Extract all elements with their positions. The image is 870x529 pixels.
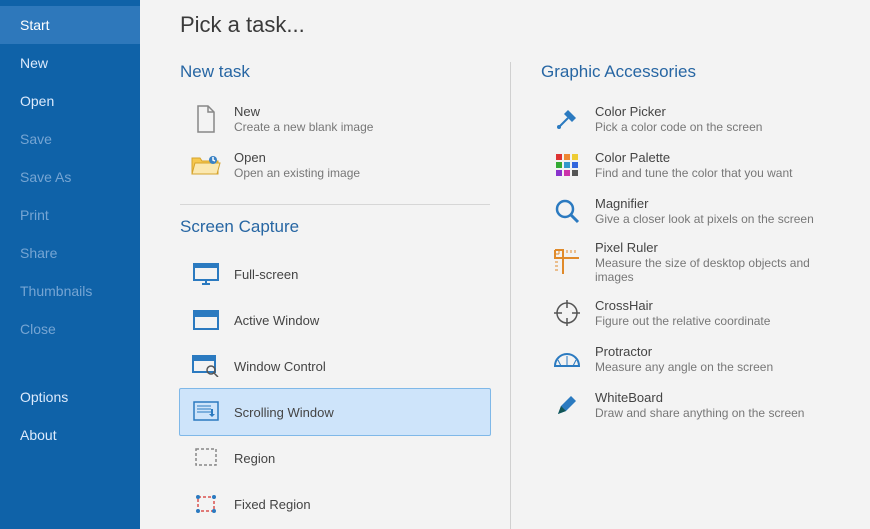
task-whiteboard[interactable]: WhiteBoard Draw and share anything on th… xyxy=(541,382,850,428)
task-pixel-ruler[interactable]: Pixel Ruler Measure the size of desktop … xyxy=(541,234,850,290)
fixed-region-icon xyxy=(186,487,226,521)
sidebar-item-thumbnails[interactable]: Thumbnails xyxy=(0,272,140,310)
task-open-desc: Open an existing image xyxy=(234,166,360,180)
sidebar-item-save[interactable]: Save xyxy=(0,120,140,158)
task-fixed-region-title: Fixed Region xyxy=(234,497,311,512)
sidebar-item-start[interactable]: Start xyxy=(0,6,140,44)
task-magnifier[interactable]: Magnifier Give a closer look at pixels o… xyxy=(541,188,850,234)
ruler-icon xyxy=(547,245,587,279)
task-whiteboard-desc: Draw and share anything on the screen xyxy=(595,406,804,420)
window-search-icon xyxy=(186,349,226,383)
left-column: New task New Create a new blank image xyxy=(180,62,511,529)
task-open[interactable]: Open Open an existing image xyxy=(180,142,490,188)
task-magnifier-desc: Give a closer look at pixels on the scre… xyxy=(595,212,814,226)
task-pixel-ruler-desc: Measure the size of desktop objects and … xyxy=(595,256,844,284)
task-new-desc: Create a new blank image xyxy=(234,120,373,134)
columns: New task New Create a new blank image xyxy=(180,62,870,529)
main-panel: Pick a task... New task New Create a new xyxy=(140,0,870,529)
sidebar-item-about[interactable]: About xyxy=(0,416,140,454)
section-new-task: New task New Create a new blank image xyxy=(180,62,490,188)
task-scrolling-window[interactable]: Scrolling Window xyxy=(179,388,491,436)
task-window-control-title: Window Control xyxy=(234,359,326,374)
section-title-graphic-accessories: Graphic Accessories xyxy=(541,62,850,82)
task-crosshair-desc: Figure out the relative coordinate xyxy=(595,314,770,328)
palette-grid-icon xyxy=(547,148,587,182)
task-color-picker[interactable]: Color Picker Pick a color code on the sc… xyxy=(541,96,850,142)
task-scrolling-window-title: Scrolling Window xyxy=(234,405,334,420)
task-active-window-title: Active Window xyxy=(234,313,319,328)
sidebar-item-close[interactable]: Close xyxy=(0,310,140,348)
app-root: Start New Open Save Save As Print Share … xyxy=(0,0,870,529)
sidebar-item-share[interactable]: Share xyxy=(0,234,140,272)
task-crosshair-title: CrossHair xyxy=(595,298,770,313)
section-screen-capture: Screen Capture Full-screen A xyxy=(180,217,490,527)
pen-icon xyxy=(547,388,587,422)
task-crosshair[interactable]: CrossHair Figure out the relative coordi… xyxy=(541,290,850,336)
protractor-icon xyxy=(547,342,587,376)
window-icon xyxy=(186,303,226,337)
task-region-title: Region xyxy=(234,451,275,466)
eyedropper-icon xyxy=(547,102,587,136)
task-active-window[interactable]: Active Window xyxy=(180,297,490,343)
sidebar-item-save-as[interactable]: Save As xyxy=(0,158,140,196)
crosshair-icon xyxy=(547,296,587,330)
task-full-screen[interactable]: Full-screen xyxy=(180,251,490,297)
task-color-picker-desc: Pick a color code on the screen xyxy=(595,120,762,134)
task-protractor-title: Protractor xyxy=(595,344,773,359)
sidebar-item-new[interactable]: New xyxy=(0,44,140,82)
region-icon xyxy=(186,441,226,475)
task-fixed-region[interactable]: Fixed Region xyxy=(180,481,490,527)
file-blank-icon xyxy=(186,102,226,136)
sidebar-item-open[interactable]: Open xyxy=(0,82,140,120)
sidebar: Start New Open Save Save As Print Share … xyxy=(0,0,140,529)
section-title-screen-capture: Screen Capture xyxy=(180,217,490,237)
task-color-palette-desc: Find and tune the color that you want xyxy=(595,166,792,180)
section-graphic-accessories: Graphic Accessories Color Picker Pick a … xyxy=(541,62,850,428)
task-color-palette[interactable]: Color Palette Find and tune the color th… xyxy=(541,142,850,188)
right-column: Graphic Accessories Color Picker Pick a … xyxy=(511,62,870,529)
section-title-new-task: New task xyxy=(180,62,490,82)
task-pixel-ruler-title: Pixel Ruler xyxy=(595,240,844,255)
divider xyxy=(180,204,490,205)
task-protractor[interactable]: Protractor Measure any angle on the scre… xyxy=(541,336,850,382)
task-magnifier-title: Magnifier xyxy=(595,196,814,211)
task-region[interactable]: Region xyxy=(180,435,490,481)
task-protractor-desc: Measure any angle on the screen xyxy=(595,360,773,374)
scrolling-window-icon xyxy=(186,395,226,429)
magnifier-icon xyxy=(547,194,587,228)
sidebar-item-print[interactable]: Print xyxy=(0,196,140,234)
task-window-control[interactable]: Window Control xyxy=(180,343,490,389)
task-full-screen-title: Full-screen xyxy=(234,267,298,282)
sidebar-item-options[interactable]: Options xyxy=(0,378,140,416)
task-whiteboard-title: WhiteBoard xyxy=(595,390,804,405)
page-title: Pick a task... xyxy=(180,12,870,38)
folder-open-icon xyxy=(186,148,226,182)
task-color-palette-title: Color Palette xyxy=(595,150,792,165)
task-new-title: New xyxy=(234,104,373,119)
monitor-icon xyxy=(186,257,226,291)
task-open-title: Open xyxy=(234,150,360,165)
task-new[interactable]: New Create a new blank image xyxy=(180,96,490,142)
task-color-picker-title: Color Picker xyxy=(595,104,762,119)
